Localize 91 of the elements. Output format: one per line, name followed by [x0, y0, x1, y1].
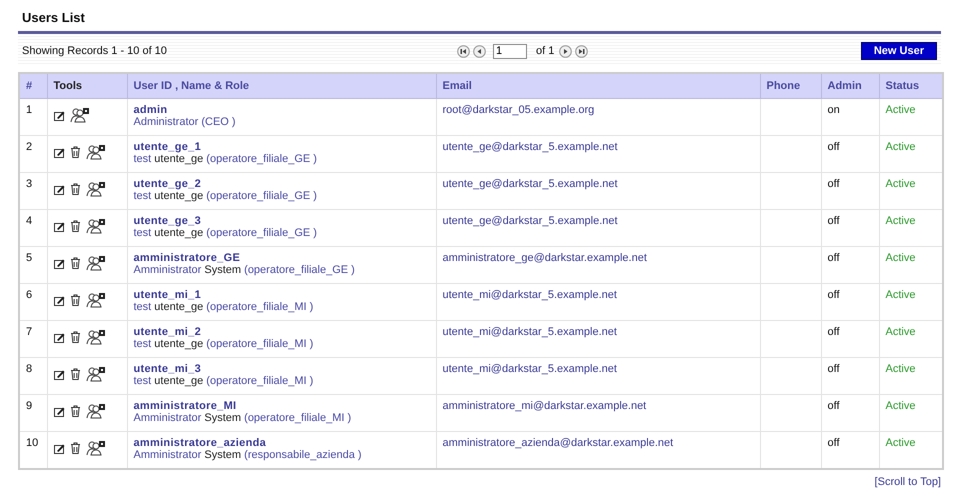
name-and-role: test utente_ge (operatore_filiale_GE ): [134, 227, 318, 239]
users-icon[interactable]: [86, 255, 106, 271]
admin-cell: off: [821, 210, 879, 246]
user-id-link[interactable]: amministratore_GE: [134, 252, 430, 264]
admin-cell: off: [821, 246, 879, 284]
name-and-role: Amministrator System (operatore_filiale_GE ): [134, 264, 356, 276]
email-link[interactable]: utente_mi@darkstar_5.example.net: [442, 289, 617, 301]
admin-cell: on: [821, 98, 879, 136]
column-header[interactable]: Status: [879, 73, 943, 98]
user-id-link[interactable]: utente_ge_3: [134, 215, 430, 227]
name-and-role: test utente_ge (operatore_filiale_MI ): [134, 301, 314, 313]
scroll-to-top-link[interactable]: [Scroll to Top]: [874, 476, 941, 488]
user-id-link[interactable]: utente_ge_2: [134, 178, 430, 190]
user-id-link[interactable]: utente_mi_2: [134, 326, 430, 338]
email-link[interactable]: utente_ge@darkstar_5.example.net: [442, 178, 618, 190]
users-icon[interactable]: [86, 181, 106, 197]
row-number: 2: [19, 136, 47, 172]
column-header[interactable]: Admin: [821, 73, 879, 98]
row-number: 8: [19, 358, 47, 394]
name-and-role: test utente_ge (operatore_filiale_GE ): [134, 190, 318, 202]
records-count: Showing Records 1 - 10 of 10: [22, 45, 168, 57]
edit-icon[interactable]: [54, 406, 64, 416]
users-icon[interactable]: [86, 440, 106, 456]
user-id-link[interactable]: amministratore_MI: [134, 400, 430, 412]
previous-page-icon[interactable]: [473, 44, 486, 58]
name-and-role: test utente_ge (operatore_filiale_MI ): [134, 375, 314, 387]
page-field[interactable]: 1: [493, 44, 527, 58]
users-icon[interactable]: [86, 403, 106, 419]
trash-icon[interactable]: [70, 220, 80, 232]
edit-icon[interactable]: [54, 258, 64, 268]
last-page-icon[interactable]: [575, 44, 588, 58]
row-number: 9: [19, 394, 47, 432]
name-and-role: Amministrator System (operatore_filiale_MI ): [134, 412, 352, 424]
page-title: Users List: [21, 9, 86, 27]
admin-cell: off: [821, 136, 879, 172]
name-and-role: Administrator (CEO ): [134, 116, 237, 128]
users-icon[interactable]: [86, 218, 106, 234]
page-total: of 1: [536, 45, 554, 57]
row-number: 3: [19, 172, 47, 210]
user-id-link[interactable]: admin: [134, 104, 430, 116]
name-and-role: test utente_ge (operatore_filiale_GE ): [134, 153, 318, 165]
admin-cell: off: [821, 358, 879, 394]
users-icon[interactable]: [86, 366, 106, 382]
next-page-icon[interactable]: [559, 44, 572, 58]
trash-icon[interactable]: [70, 146, 80, 158]
edit-icon[interactable]: [54, 220, 64, 232]
email-link[interactable]: root@darkstar_05.example.org: [442, 104, 594, 116]
trash-icon[interactable]: [70, 257, 80, 269]
users-icon[interactable]: [70, 107, 90, 123]
user-id-link[interactable]: utente_mi_3: [134, 363, 430, 375]
edit-icon[interactable]: [54, 110, 64, 120]
admin-cell: off: [821, 284, 879, 320]
admin-cell: off: [821, 394, 879, 432]
row-number: 7: [19, 320, 47, 358]
admin-cell: off: [821, 320, 879, 358]
name-and-role: test utente_ge (operatore_filiale_MI ): [134, 338, 314, 350]
column-header[interactable]: #: [19, 73, 47, 98]
row-number: 4: [19, 210, 47, 246]
column-header[interactable]: Email: [436, 73, 760, 98]
row-number: 5: [19, 246, 47, 284]
email-link[interactable]: utente_ge@darkstar_5.example.net: [442, 215, 618, 227]
user-id-link[interactable]: utente_ge_1: [134, 141, 430, 153]
email-link[interactable]: utente_ge@darkstar_5.example.net: [442, 141, 618, 153]
column-header[interactable]: Phone: [760, 73, 821, 98]
trash-icon[interactable]: [70, 294, 80, 306]
trash-icon[interactable]: [70, 331, 80, 343]
users-icon[interactable]: [86, 329, 106, 345]
edit-icon[interactable]: [54, 146, 64, 158]
new-user-button[interactable]: New User: [860, 42, 937, 60]
row-number: 1: [19, 98, 47, 136]
trash-icon[interactable]: [70, 183, 80, 195]
first-page-icon[interactable]: [457, 44, 470, 58]
edit-icon[interactable]: [54, 184, 64, 194]
email-link[interactable]: utente_mi@darkstar_5.example.net: [442, 363, 617, 375]
trash-icon[interactable]: [70, 442, 80, 454]
row-number: 6: [19, 284, 47, 320]
trash-icon[interactable]: [70, 368, 80, 380]
column-header[interactable]: Tools: [47, 73, 127, 98]
edit-icon[interactable]: [54, 442, 64, 454]
users-icon[interactable]: [86, 292, 106, 308]
trash-icon[interactable]: [70, 405, 80, 417]
edit-icon[interactable]: [54, 294, 64, 306]
user-id-link[interactable]: utente_mi_1: [134, 289, 430, 301]
email-link[interactable]: utente_mi@darkstar_5.example.net: [442, 326, 617, 338]
edit-icon[interactable]: [54, 332, 64, 342]
edit-icon[interactable]: [54, 368, 64, 380]
column-header[interactable]: User ID , Name & Role: [127, 73, 436, 98]
admin-cell: off: [821, 172, 879, 210]
name-and-role: Amministrator System (responsabile_azienda ): [134, 449, 363, 461]
user-id-link[interactable]: amministratore_azienda: [134, 437, 430, 449]
users-icon[interactable]: [86, 144, 106, 160]
